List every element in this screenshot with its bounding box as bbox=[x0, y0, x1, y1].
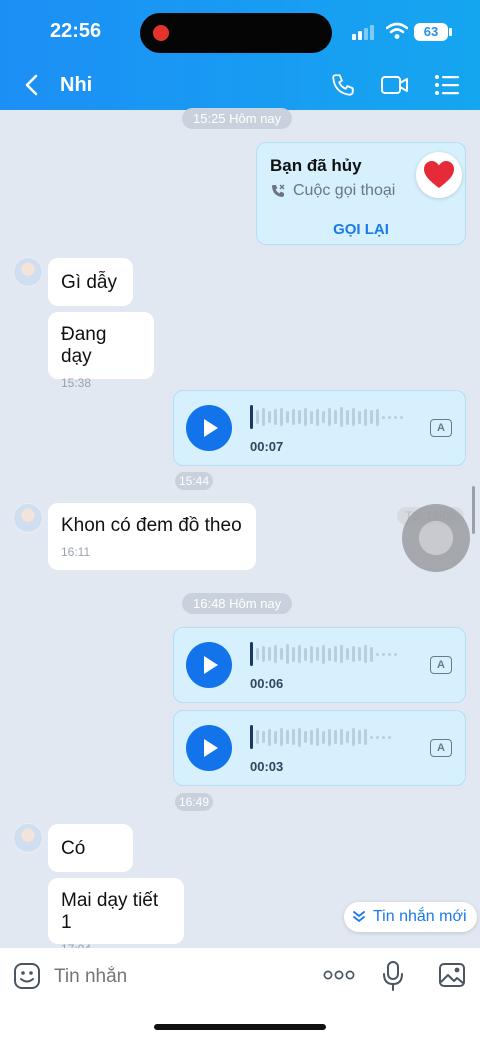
home-indicator bbox=[154, 1024, 326, 1030]
play-icon bbox=[204, 656, 218, 674]
avatar[interactable] bbox=[13, 823, 43, 853]
message-bubble[interactable]: Đang dạy 15:38 bbox=[48, 312, 154, 390]
waveform bbox=[250, 642, 397, 666]
message-time: 15:38 bbox=[61, 376, 92, 390]
new-messages-chip[interactable]: Tin nhắn mới bbox=[344, 902, 477, 932]
voice-duration: 00:06 bbox=[250, 676, 284, 691]
voice-duration: 00:03 bbox=[250, 759, 284, 774]
voice-message[interactable]: 00:07 A bbox=[173, 390, 466, 466]
more-options-icon[interactable] bbox=[323, 970, 355, 980]
message-time: 15:44 bbox=[175, 472, 214, 490]
time-separator: 16:48 Hôm nay bbox=[182, 593, 293, 614]
play-button[interactable] bbox=[186, 405, 232, 451]
play-icon bbox=[204, 419, 218, 437]
message-text: Mai dạy tiết 1 bbox=[61, 890, 159, 933]
avatar[interactable] bbox=[13, 503, 43, 533]
contact-name[interactable]: Nhi bbox=[60, 74, 92, 97]
emoji-sticker-icon[interactable] bbox=[13, 962, 41, 990]
message-bubble[interactable]: Khon có đem đồ theo 16:11 bbox=[48, 503, 256, 570]
battery-indicator: 63 bbox=[414, 23, 448, 41]
call-card-subtitle: Cuộc gọi thoại bbox=[293, 182, 396, 199]
call-back-button[interactable]: GỌI LẠI bbox=[257, 221, 465, 238]
wifi-icon bbox=[386, 22, 408, 39]
message-text: Có bbox=[61, 838, 86, 859]
transcribe-icon[interactable]: A bbox=[430, 419, 452, 437]
image-gallery-icon[interactable] bbox=[438, 962, 466, 988]
video-call-icon[interactable] bbox=[380, 73, 410, 97]
message-time: 16:11 bbox=[61, 545, 91, 559]
transcribe-icon[interactable]: A bbox=[430, 656, 452, 674]
message-input[interactable] bbox=[52, 960, 306, 994]
avatar[interactable] bbox=[13, 257, 43, 287]
call-card-title: Bạn đã hủy bbox=[270, 156, 362, 175]
microphone-icon[interactable] bbox=[383, 961, 403, 991]
voice-message[interactable]: 00:03 A bbox=[173, 710, 466, 786]
voice-message[interactable]: 00:06 A bbox=[173, 627, 466, 703]
voice-call-icon[interactable] bbox=[330, 72, 356, 98]
message-bubble[interactable]: Có bbox=[48, 824, 133, 872]
scrollbar-thumb[interactable] bbox=[472, 486, 475, 534]
voice-duration: 00:07 bbox=[250, 439, 284, 454]
transcribe-icon[interactable]: A bbox=[430, 739, 452, 757]
heart-icon bbox=[424, 161, 454, 188]
message-text: Khon có đem đồ theo bbox=[61, 515, 242, 536]
new-messages-label: Tin nhắn mới bbox=[373, 908, 467, 925]
dynamic-island bbox=[140, 13, 332, 53]
menu-list-icon[interactable] bbox=[434, 74, 460, 96]
message-bubble[interactable]: Mai dạy tiết 1 17:04 bbox=[48, 878, 184, 956]
status-time: 22:56 bbox=[50, 20, 102, 42]
play-button[interactable] bbox=[186, 725, 232, 771]
back-icon[interactable] bbox=[22, 74, 42, 96]
assistive-touch-button[interactable] bbox=[402, 504, 470, 572]
message-bubble[interactable]: Gì dẫy bbox=[48, 258, 133, 306]
waveform bbox=[250, 725, 391, 749]
message-time: 16:49 bbox=[175, 793, 214, 811]
reaction-badge[interactable] bbox=[416, 152, 462, 198]
double-chevron-down-icon bbox=[353, 911, 365, 923]
cellular-signal-icon bbox=[352, 25, 374, 40]
recording-dot-icon bbox=[153, 25, 169, 41]
missed-call-icon bbox=[272, 184, 285, 197]
message-text: Đang dạy bbox=[61, 324, 107, 367]
time-separator: 15:25 Hôm nay bbox=[182, 108, 293, 129]
battery-tip bbox=[449, 28, 452, 36]
play-icon bbox=[204, 739, 218, 757]
message-text: Gì dẫy bbox=[61, 272, 117, 293]
play-button[interactable] bbox=[186, 642, 232, 688]
waveform bbox=[250, 405, 403, 429]
